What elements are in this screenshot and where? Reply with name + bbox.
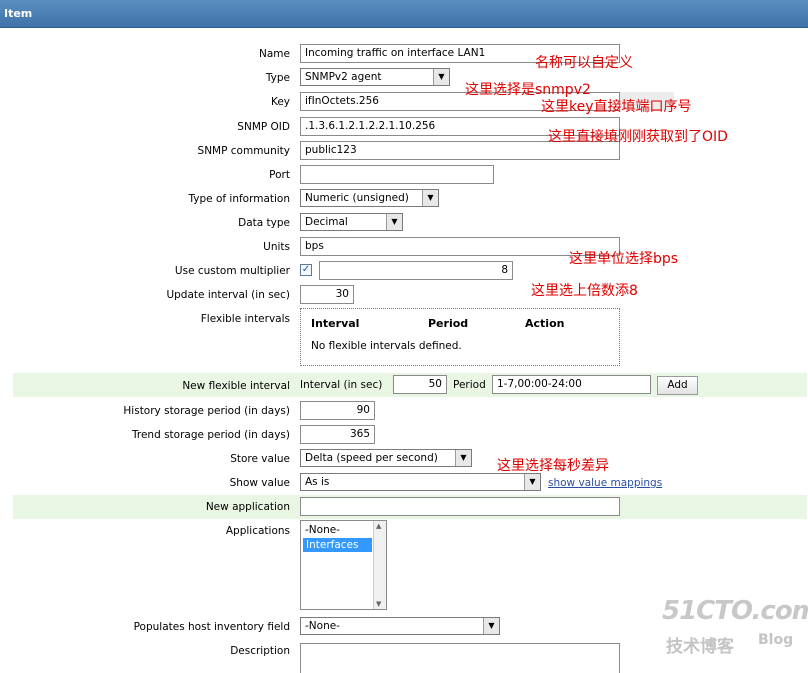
- chevron-down-icon: ▼: [483, 618, 499, 634]
- scroll-down-icon[interactable]: ▼: [376, 600, 381, 608]
- header-title: Item: [4, 7, 33, 20]
- column-interval: Interval: [311, 317, 360, 330]
- applications-option-interfaces[interactable]: Interfaces: [303, 538, 372, 552]
- watermark-line1: 51CTO.com: [662, 596, 808, 626]
- update-interval-input[interactable]: 30: [300, 285, 354, 304]
- column-period: Period: [428, 317, 469, 330]
- snmp-oid-label: SNMP OID: [237, 121, 290, 133]
- new-application-label: New application: [205, 501, 290, 513]
- flexible-intervals-table: Interval Period Action No flexible inter…: [300, 308, 620, 366]
- port-label: Port: [269, 169, 290, 181]
- type-of-information-label: Type of information: [188, 193, 290, 205]
- show-value-mappings-link[interactable]: show value mappings: [548, 477, 662, 489]
- annotation-units: 这里单位选择bps: [569, 251, 679, 267]
- snmp-community-label: SNMP community: [197, 145, 290, 157]
- chevron-down-icon: ▼: [422, 190, 438, 206]
- store-value-value: Delta (speed per second): [305, 452, 438, 464]
- data-type-label: Data type: [238, 217, 290, 229]
- inventory-select[interactable]: -None- ▼: [300, 617, 500, 635]
- history-input[interactable]: 90: [300, 401, 375, 420]
- applications-option-none[interactable]: -None-: [305, 524, 340, 536]
- flexible-intervals-label: Flexible intervals: [200, 313, 290, 325]
- trend-label: Trend storage period (in days): [132, 429, 290, 441]
- custom-multiplier-input[interactable]: 8: [319, 261, 513, 280]
- applications-scrollbar[interactable]: ▲ ▼: [373, 521, 386, 609]
- scroll-up-icon[interactable]: ▲: [376, 522, 381, 530]
- applications-label: Applications: [225, 525, 290, 537]
- chevron-down-icon: ▼: [433, 69, 449, 85]
- new-flexible-interval-label: New flexible interval: [182, 380, 290, 392]
- item-header: Item: [0, 0, 808, 28]
- store-value-select[interactable]: Delta (speed per second) ▼: [300, 449, 472, 467]
- new-application-input[interactable]: [300, 497, 620, 516]
- custom-multiplier-label: Use custom multiplier: [174, 265, 290, 277]
- annotation-key: 这里key直接填端口序号: [541, 99, 692, 115]
- name-label: Name: [259, 48, 290, 60]
- update-interval-label: Update interval (in sec): [166, 289, 290, 301]
- history-label: History storage period (in days): [123, 405, 290, 417]
- watermark-line2: 技术博客: [666, 637, 734, 657]
- chevron-down-icon: ▼: [455, 450, 471, 466]
- type-label: Type: [265, 72, 290, 84]
- show-value-select[interactable]: As is ▼: [300, 473, 541, 491]
- watermark-line3: Blog: [758, 632, 794, 648]
- applications-listbox[interactable]: -None- Interfaces ▲ ▼: [300, 520, 387, 610]
- annotation-oid: 这里直接填刚刚获取到了OID: [548, 129, 728, 145]
- units-label: Units: [263, 241, 290, 253]
- annotation-multiplier: 这里选上倍数添8: [531, 283, 638, 299]
- port-input[interactable]: [300, 165, 494, 184]
- key-label: Key: [270, 96, 290, 108]
- add-button[interactable]: Add: [657, 376, 698, 395]
- annotation-store: 这里选择每秒差异: [497, 458, 609, 474]
- type-of-information-value: Numeric (unsigned): [305, 192, 409, 204]
- new-interval-input[interactable]: 50: [393, 375, 447, 394]
- custom-multiplier-checkbox[interactable]: ✓: [300, 264, 312, 276]
- flexible-intervals-empty-text: No flexible intervals defined.: [311, 340, 462, 352]
- type-of-information-select[interactable]: Numeric (unsigned) ▼: [300, 189, 439, 207]
- trend-input[interactable]: 365: [300, 425, 375, 444]
- inventory-value: -None-: [305, 620, 340, 632]
- chevron-down-icon: ▼: [524, 474, 540, 490]
- show-value-label: Show value: [229, 477, 290, 489]
- data-type-select[interactable]: Decimal ▼: [300, 213, 403, 231]
- period-label: Period: [453, 379, 486, 391]
- data-type-value: Decimal: [305, 216, 348, 228]
- description-label: Description: [230, 645, 290, 657]
- description-textarea[interactable]: [300, 643, 620, 673]
- annotation-name: 名称可以自定义: [535, 55, 633, 71]
- 51cto-watermark-logo: 51CTO.com 技术博客 Blog: [662, 596, 808, 662]
- inventory-label: Populates host inventory field: [133, 621, 290, 633]
- column-action: Action: [525, 317, 565, 330]
- type-select-value: SNMPv2 agent: [305, 71, 382, 83]
- show-value-value: As is: [305, 476, 330, 488]
- chevron-down-icon: ▼: [386, 214, 402, 230]
- interval-in-sec-label: Interval (in sec): [300, 379, 383, 391]
- type-select[interactable]: SNMPv2 agent ▼: [300, 68, 450, 86]
- new-period-input[interactable]: 1-7,00:00-24:00: [492, 375, 651, 394]
- store-value-label: Store value: [230, 453, 290, 465]
